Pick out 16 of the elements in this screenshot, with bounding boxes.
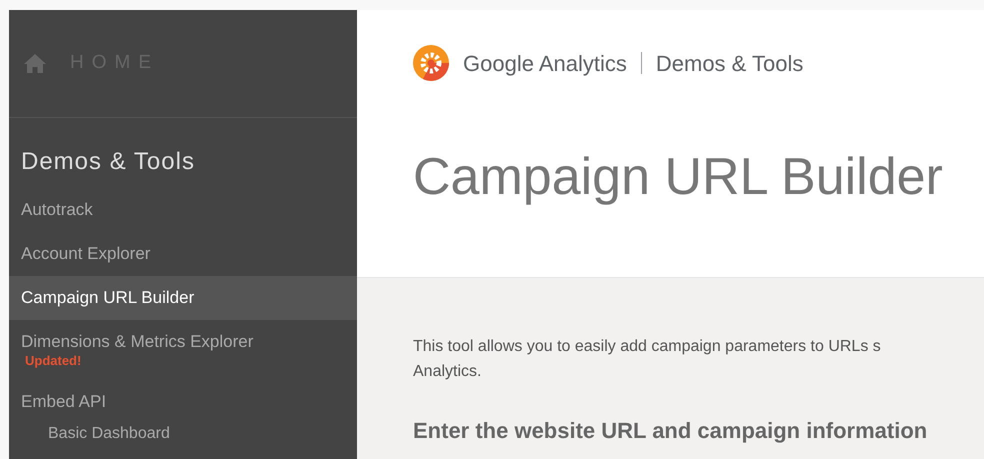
sidebar-subitem[interactable]: Basic Dashboard — [21, 424, 357, 444]
section-title: Demos & Tools — [20, 148, 196, 176]
section-heading: Enter the website URL and campaign information — [413, 417, 928, 445]
sidebar-item[interactable]: Autotrack — [9, 188, 357, 232]
logo-icon — [413, 45, 449, 81]
brand-name: Google Analytics — [463, 50, 627, 78]
sidebar-item[interactable]: Campaign URL Builder — [9, 276, 357, 320]
intro-text: This tool allows you to easily add campaign parameters to URLs s — [413, 337, 882, 357]
sidebar-item[interactable]: Dimensions & Metrics Explorer Updated! — [9, 320, 357, 380]
sidebar-item[interactable]: Embed API Basic Dashboard — [9, 380, 357, 444]
page-title: Campaign URL Builder — [413, 147, 944, 207]
product-name: Demos & Tools — [656, 50, 804, 78]
sidebar-item[interactable]: Account Explorer — [9, 232, 357, 276]
home-icon[interactable] — [24, 54, 46, 73]
updated-label: Updated! — [24, 354, 82, 368]
intro-text: Analytics. — [413, 362, 482, 382]
